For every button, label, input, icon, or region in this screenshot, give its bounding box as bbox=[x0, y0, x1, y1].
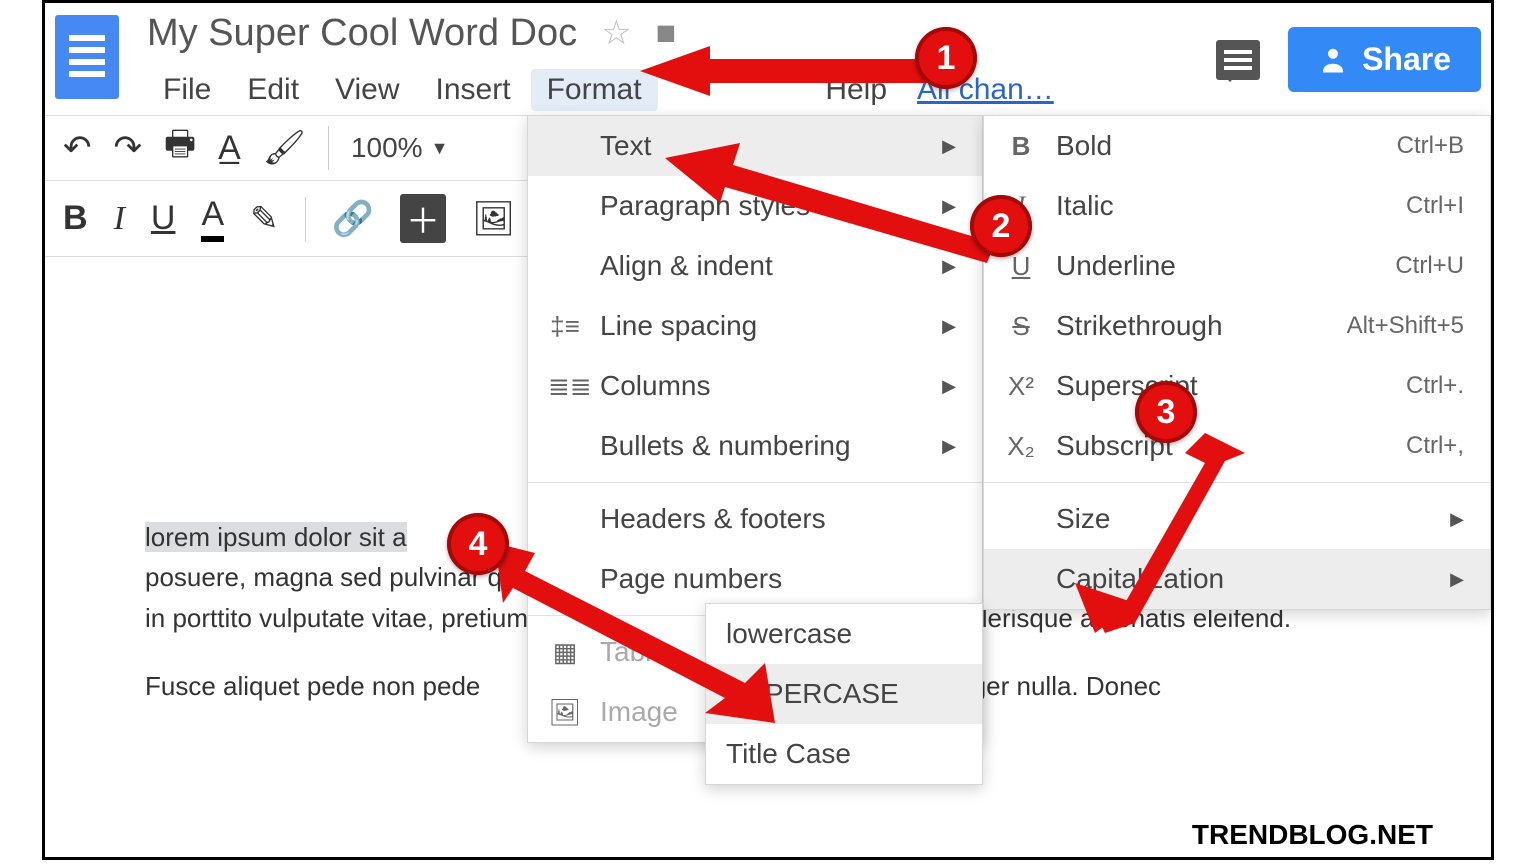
menu-item-superscript[interactable]: X² SuperscriptCtrl+. bbox=[984, 356, 1490, 416]
menu-item-lowercase[interactable]: lowercase bbox=[706, 604, 982, 664]
annotation-badge-2: 2 bbox=[970, 195, 1032, 257]
separator bbox=[305, 197, 306, 241]
capitalization-submenu: lowercase UPPERCASE Title Case bbox=[705, 603, 983, 785]
menu-item-size[interactable]: Size▶ bbox=[984, 489, 1490, 549]
menu-edit[interactable]: Edit bbox=[231, 69, 315, 111]
menu-item-text[interactable]: Text▶ bbox=[528, 116, 982, 176]
annotation-badge-3: 3 bbox=[1135, 381, 1197, 443]
menubar: File Edit View Insert Format Add-ons Hel… bbox=[147, 69, 1216, 111]
menu-item-titlecase[interactable]: Title Case bbox=[706, 724, 982, 784]
table-icon: ▦ bbox=[548, 637, 582, 668]
annotation-badge-4: 4 bbox=[447, 513, 509, 575]
titlebar: My Super Cool Word Doc ☆ ■ File Edit Vie… bbox=[45, 3, 1491, 115]
menu-item-align-indent[interactable]: Align & indent▶ bbox=[528, 236, 982, 296]
bold-icon[interactable]: B bbox=[63, 199, 88, 238]
menu-file[interactable]: File bbox=[147, 69, 227, 111]
underline-icon[interactable]: U bbox=[151, 199, 176, 238]
columns-icon: ≣≣ bbox=[548, 371, 582, 402]
separator bbox=[328, 126, 329, 170]
paragraph-text: Fusce aliquet pede non pede bbox=[145, 671, 480, 701]
link-icon[interactable]: 🔗 bbox=[332, 199, 374, 239]
menu-item-underline[interactable]: U UnderlineCtrl+U bbox=[984, 236, 1490, 296]
menu-item-line-spacing[interactable]: ‡≡Line spacing▶ bbox=[528, 296, 982, 356]
annotation-badge-1: 1 bbox=[915, 27, 977, 89]
folder-icon[interactable]: ■ bbox=[656, 14, 677, 53]
share-label: Share bbox=[1362, 41, 1451, 78]
menu-help[interactable]: Help bbox=[809, 69, 903, 111]
menu-item-headers-footers[interactable]: Headers & footers bbox=[528, 489, 982, 549]
selected-text: lorem ipsum dolor sit a bbox=[145, 522, 407, 552]
paint-format-icon[interactable]: 🖌 bbox=[263, 128, 306, 168]
subscript-icon: X₂ bbox=[1004, 431, 1038, 462]
bold-icon: B bbox=[1004, 131, 1038, 162]
star-icon[interactable]: ☆ bbox=[601, 13, 631, 53]
redo-icon[interactable]: ↷ bbox=[114, 128, 143, 168]
menu-format[interactable]: Format bbox=[531, 69, 658, 111]
undo-icon[interactable]: ↶ bbox=[63, 128, 92, 168]
watermark: TRENDBLOG.NET bbox=[1192, 819, 1433, 851]
menu-item-strikethrough[interactable]: S StrikethroughAlt+Shift+5 bbox=[984, 296, 1490, 356]
spellcheck-icon[interactable]: A̲ bbox=[218, 129, 241, 168]
line-spacing-icon: ‡≡ bbox=[548, 311, 582, 342]
menu-item-bold[interactable]: B BoldCtrl+B bbox=[984, 116, 1490, 176]
menu-item-page-numbers[interactable]: Page numbers bbox=[528, 549, 982, 609]
document-title[interactable]: My Super Cool Word Doc bbox=[147, 12, 577, 55]
print-icon[interactable]: 🖶 bbox=[164, 120, 196, 177]
text-color-icon[interactable]: A bbox=[201, 195, 224, 242]
menu-item-bullets-numbering[interactable]: Bullets & numbering▶ bbox=[528, 416, 982, 476]
image-menu-icon: 🖼 bbox=[548, 697, 582, 728]
menu-item-capitalization[interactable]: Capitalization▶ bbox=[984, 549, 1490, 609]
strikethrough-icon: S bbox=[1004, 311, 1038, 342]
share-person-icon bbox=[1318, 45, 1348, 75]
zoom-select[interactable]: 100% ▼ bbox=[351, 132, 448, 164]
menu-item-paragraph-styles[interactable]: Paragraph styles▶ bbox=[528, 176, 982, 236]
docs-icon bbox=[55, 15, 119, 99]
image-icon[interactable]: 🖼 bbox=[472, 199, 515, 239]
highlight-icon[interactable]: ✎ bbox=[250, 199, 279, 239]
menu-item-italic[interactable]: I ItalicCtrl+I bbox=[984, 176, 1490, 236]
add-comment-icon[interactable]: ＋ bbox=[400, 194, 446, 243]
share-button[interactable]: Share bbox=[1288, 27, 1481, 92]
menu-item-columns[interactable]: ≣≣Columns▶ bbox=[528, 356, 982, 416]
comments-icon[interactable] bbox=[1216, 40, 1260, 80]
menu-insert[interactable]: Insert bbox=[420, 69, 527, 111]
menu-view[interactable]: View bbox=[319, 69, 415, 111]
superscript-icon: X² bbox=[1004, 371, 1038, 402]
menu-item-uppercase[interactable]: UPPERCASE bbox=[706, 664, 982, 724]
menu-item-subscript[interactable]: X₂ SubscriptCtrl+, bbox=[984, 416, 1490, 476]
text-submenu: B BoldCtrl+B I ItalicCtrl+I U UnderlineC… bbox=[983, 115, 1491, 610]
italic-icon[interactable]: I bbox=[114, 200, 125, 238]
